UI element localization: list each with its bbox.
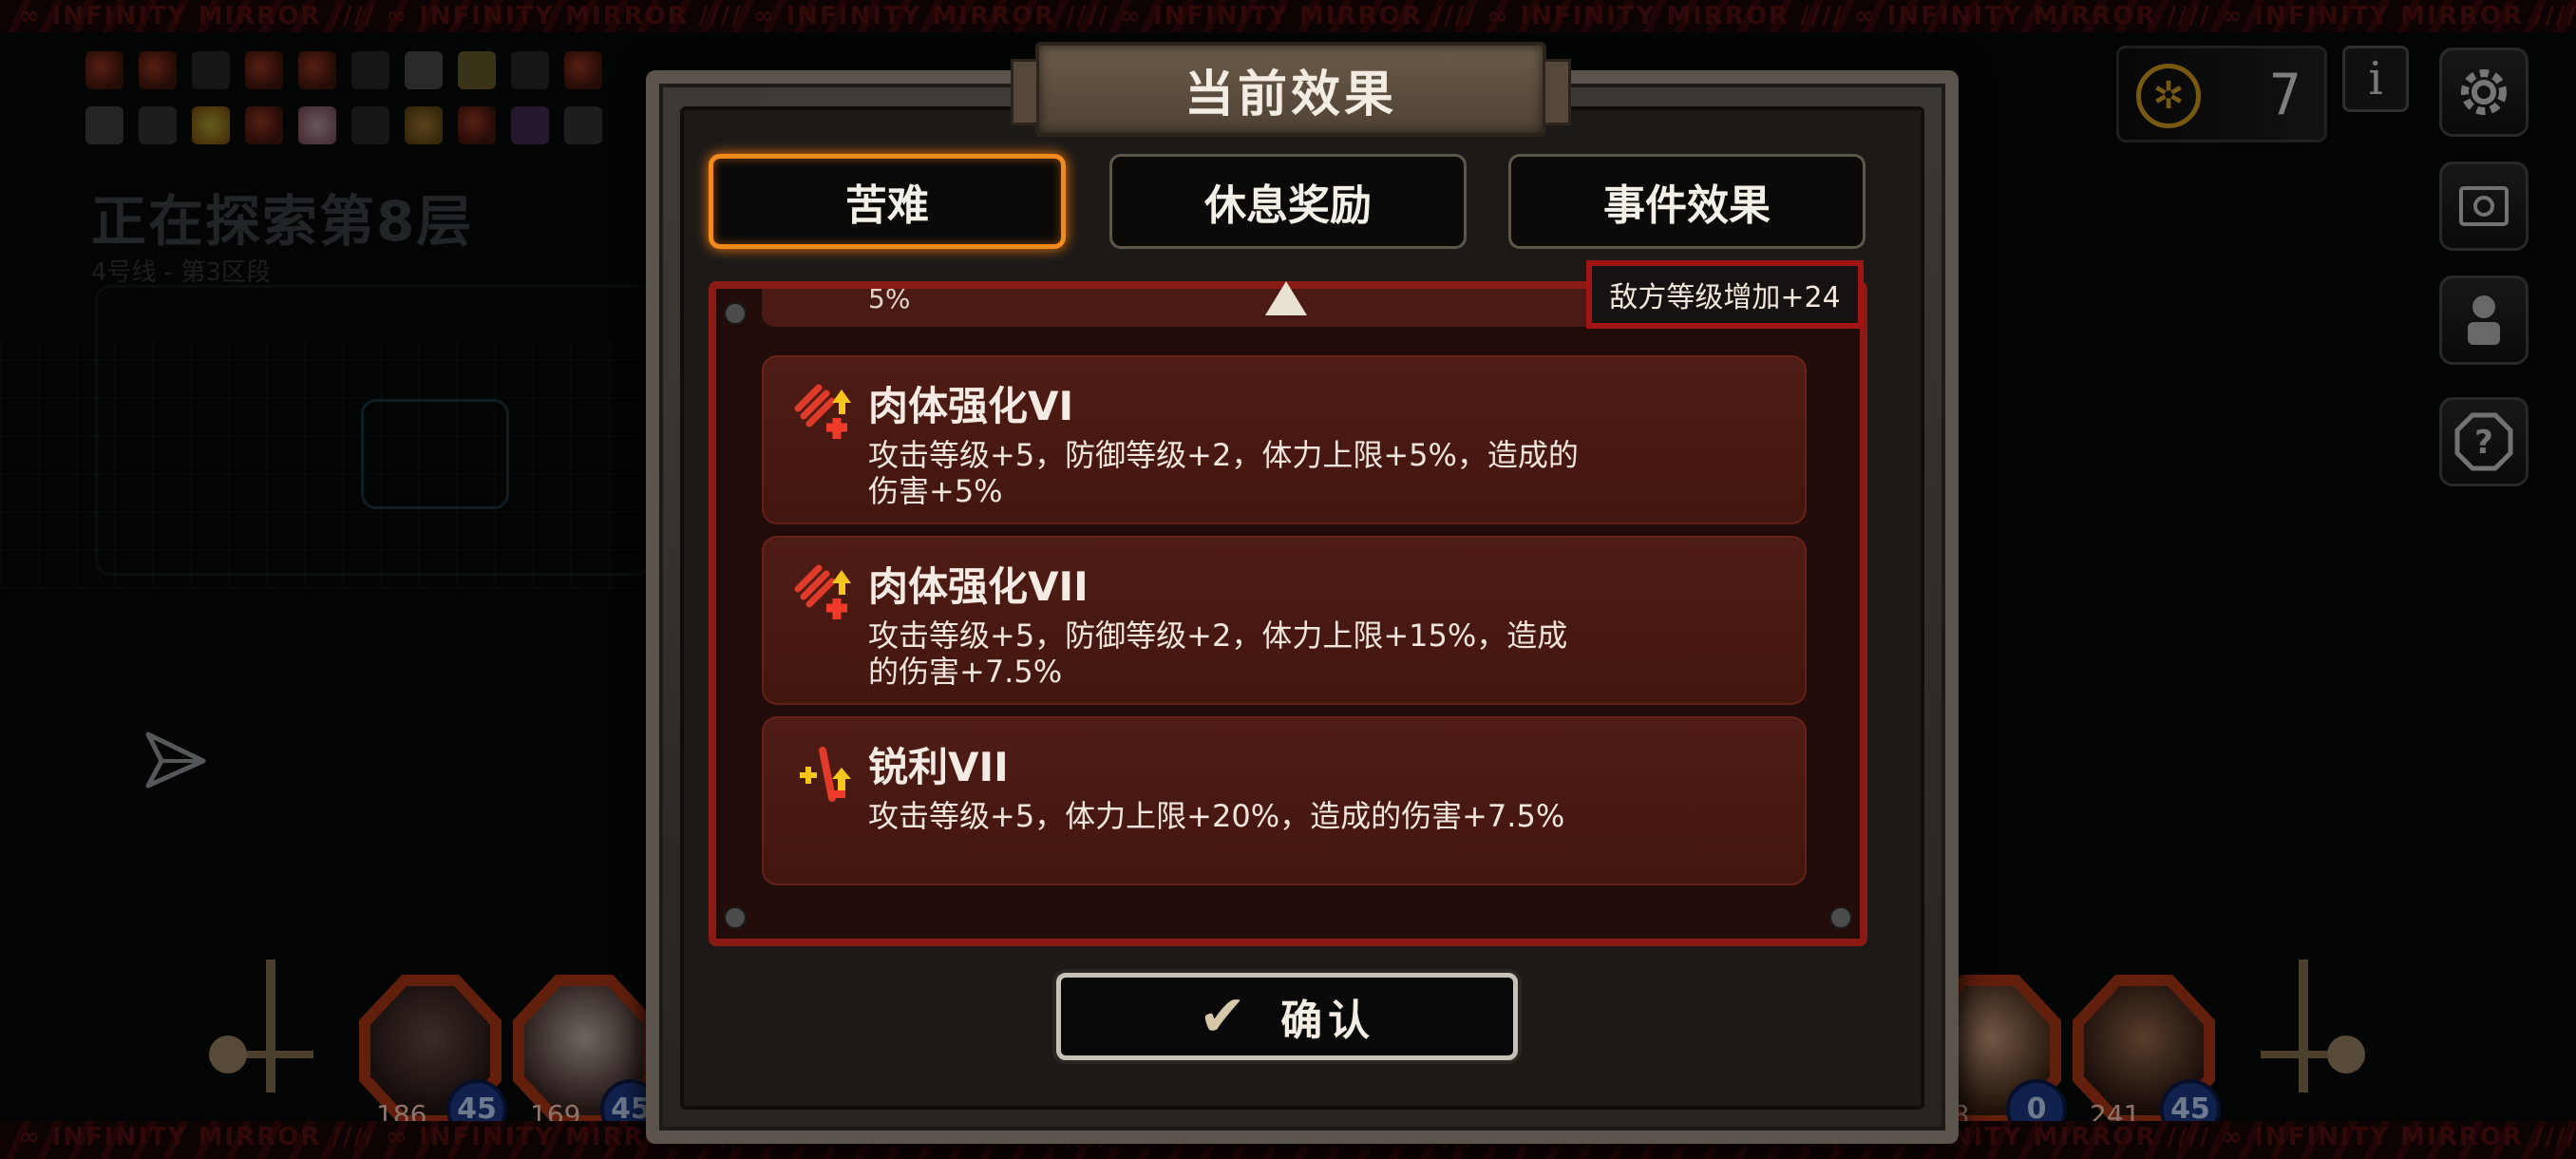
flesh-boost-icon xyxy=(794,384,851,439)
scroll-up-arrow-icon[interactable] xyxy=(1265,281,1307,315)
effect-description: 攻击等级+5，防御等级+2，体力上限+5%，造成的伤害+5% xyxy=(868,437,1579,509)
list-item[interactable]: 肉体强化VII 攻击等级+5，防御等级+2，体力上限+15%，造成的伤害+7.5… xyxy=(762,536,1807,705)
effect-description: 5% xyxy=(868,283,911,314)
dialog-title: 当前效果 xyxy=(1184,66,1397,124)
confirm-button-label: 确认 xyxy=(1280,997,1376,1045)
effect-description: 攻击等级+5，体力上限+20%，造成的伤害+7.5% xyxy=(868,798,1565,834)
tab-event-effects[interactable]: 事件效果 xyxy=(1508,154,1866,249)
tab-hardship[interactable]: 苦难 xyxy=(709,154,1066,249)
effects-list[interactable]: 5% 肉体强化VI 攻击等级+5，防御等级+2，体力上限+5%，造成的伤害+5%… xyxy=(709,281,1867,946)
sharpness-icon xyxy=(800,747,851,802)
checkmark-icon: ✔ xyxy=(1198,983,1247,1050)
confirm-button[interactable]: ✔ 确认 xyxy=(1056,973,1518,1060)
effect-name: 肉体强化VI xyxy=(868,383,1074,429)
effect-name: 锐利VII xyxy=(868,744,1009,790)
effect-description: 攻击等级+5，防御等级+2，体力上限+15%，造成的伤害+7.5% xyxy=(868,618,1568,690)
effect-name: 肉体强化VII xyxy=(868,563,1089,610)
list-item[interactable]: 锐利VII 攻击等级+5，体力上限+20%，造成的伤害+7.5% xyxy=(762,716,1807,885)
enemy-level-tooltip: 敌方等级增加+24 xyxy=(1586,260,1864,329)
flesh-boost-icon xyxy=(794,564,851,619)
list-item[interactable]: 肉体强化VI 攻击等级+5，防御等级+2，体力上限+5%，造成的伤害+5% xyxy=(762,355,1807,524)
dialog-title-plate: 当前效果 xyxy=(1011,42,1571,137)
tab-rest-rewards[interactable]: 休息奖励 xyxy=(1109,154,1467,249)
